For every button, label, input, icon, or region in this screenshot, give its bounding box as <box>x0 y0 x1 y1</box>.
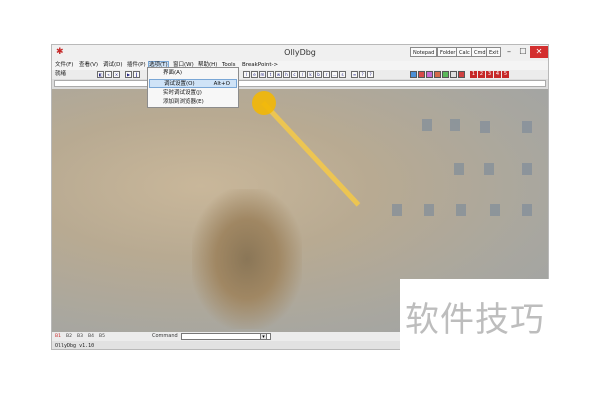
command-label: Command <box>152 333 178 339</box>
chevron-down-icon[interactable]: ▾ <box>260 333 267 340</box>
color-button-4[interactable] <box>434 71 441 78</box>
maximize-button[interactable]: ☐ <box>516 46 530 58</box>
number-button-3[interactable]: 3 <box>486 71 493 78</box>
windows-icon[interactable]: w <box>275 71 282 78</box>
lower-button-4[interactable]: B4 <box>88 332 94 341</box>
lower-button-2[interactable]: B2 <box>66 332 72 341</box>
number-button-4[interactable]: 4 <box>494 71 501 78</box>
color-button-7[interactable] <box>458 71 465 78</box>
references-icon[interactable]: r <box>323 71 330 78</box>
desktop-icon <box>422 119 432 131</box>
patches-icon[interactable]: / <box>299 71 306 78</box>
color-button-3[interactable] <box>426 71 433 78</box>
notepad-button[interactable]: Notepad <box>410 47 438 57</box>
menu-debug[interactable]: 调试(D) <box>103 61 123 70</box>
menu-view[interactable]: 查看(V) <box>79 61 98 70</box>
menu-breakpoint[interactable]: BreakPoint-> <box>242 61 278 70</box>
status-label: 就绪 <box>55 71 67 77</box>
desktop-icon <box>490 204 500 216</box>
options-dropdown-menu: 界面(A) 调试设置(O) Alt+O 实时调试设置(J) 添加到浏览器(E) <box>147 67 239 108</box>
help-icon[interactable]: ? <box>367 71 374 78</box>
number-button-5[interactable]: 5 <box>502 71 509 78</box>
lower-button-3[interactable]: B3 <box>77 332 83 341</box>
desktop-icon <box>522 121 532 133</box>
dropdown-item-shortcut: Alt+O <box>213 81 230 87</box>
color-button-5[interactable] <box>442 71 449 78</box>
desktop-icon <box>424 204 434 216</box>
exit-button[interactable]: Exit <box>486 47 502 57</box>
log-icon[interactable]: l <box>243 71 250 78</box>
desktop-icon <box>480 121 490 133</box>
minimize-button[interactable]: – <box>502 46 516 58</box>
dropdown-item-interface[interactable]: 界面(A) <box>149 69 237 78</box>
close-button[interactable]: ✕ <box>530 46 548 58</box>
breakpoints-icon[interactable]: b <box>315 71 322 78</box>
executable-icon[interactable]: e <box>251 71 258 78</box>
desktop-icon <box>456 204 466 216</box>
callstack-icon[interactable]: k <box>307 71 314 78</box>
title-bar: ✱ OllyDbg Notepad Folder Calc Cmd Exit –… <box>52 45 548 61</box>
color-button-2[interactable] <box>418 71 425 78</box>
handles-icon[interactable]: h <box>283 71 290 78</box>
run-icon[interactable]: ▶ <box>125 71 132 78</box>
menu-file[interactable]: 文件(F) <box>55 61 73 70</box>
menu-plugins[interactable]: 插件(P) <box>127 61 146 70</box>
dropdown-item-add-to-explorer[interactable]: 添加到浏览器(E) <box>149 98 237 107</box>
cpu-icon[interactable]: c <box>291 71 298 78</box>
color-button-6[interactable] <box>450 71 457 78</box>
memory-icon[interactable]: m <box>259 71 266 78</box>
toolbar: 就绪 ◧ « × ▶ ‖ l e m t w h c / k b r … s ≡… <box>52 70 548 79</box>
dropdown-item-label: 添加到浏览器(E) <box>163 99 204 105</box>
lower-button-1[interactable]: B1 <box>55 332 61 341</box>
dropdown-item-jit-settings[interactable]: 实时调试设置(J) <box>149 89 237 98</box>
desktop-icon <box>522 163 532 175</box>
close-file-icon[interactable]: × <box>113 71 120 78</box>
list-icon[interactable]: ≡ <box>351 71 358 78</box>
dropdown-item-debug-settings[interactable]: 调试设置(O) Alt+O <box>149 79 237 88</box>
watermark-text: 软件技巧 <box>405 300 545 340</box>
dropdown-item-label: 界面(A) <box>163 70 183 76</box>
dropdown-item-label: 调试设置(O) <box>164 81 195 87</box>
open-icon[interactable]: ◧ <box>97 71 104 78</box>
desktop-icon <box>392 204 402 216</box>
wallpaper-tree <box>192 189 302 329</box>
desktop-icon <box>450 119 460 131</box>
address-bar[interactable] <box>54 80 546 87</box>
desktop-icon <box>454 163 464 175</box>
menu-bar: 文件(F) 查看(V) 调试(D) 插件(P) 选项(T) 窗口(W) 帮助(H… <box>52 61 548 70</box>
source-icon[interactable]: s <box>339 71 346 78</box>
number-button-1[interactable]: 1 <box>470 71 477 78</box>
number-button-2[interactable]: 2 <box>478 71 485 78</box>
command-input[interactable] <box>181 333 271 340</box>
desktop-icon <box>484 163 494 175</box>
status-text: OllyDbg v1.10 <box>55 343 95 349</box>
run-trace-icon[interactable]: … <box>331 71 338 78</box>
options-icon[interactable]: ? <box>359 71 366 78</box>
pointer-annotation-dot <box>252 91 276 115</box>
lower-button-5[interactable]: B5 <box>99 332 105 341</box>
threads-icon[interactable]: t <box>267 71 274 78</box>
color-button-1[interactable] <box>410 71 417 78</box>
pause-icon[interactable]: ‖ <box>133 71 140 78</box>
dropdown-item-label: 实时调试设置(J) <box>163 90 202 96</box>
desktop-icon <box>522 204 532 216</box>
rewind-icon[interactable]: « <box>105 71 112 78</box>
